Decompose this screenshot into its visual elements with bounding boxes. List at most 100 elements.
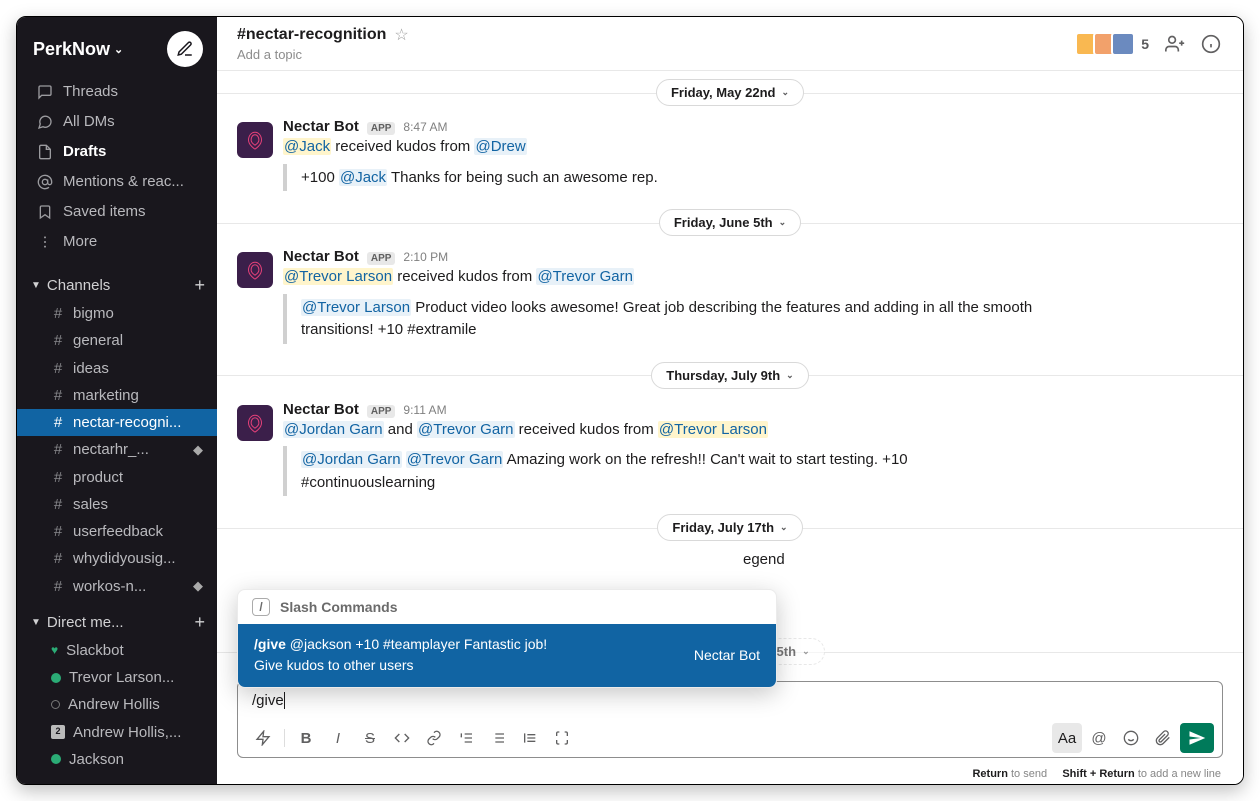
- mention[interactable]: @Drew: [474, 138, 526, 155]
- channel-whydidyousig[interactable]: #whydidyousig...: [17, 545, 217, 572]
- dm-andrew-hollis[interactable]: Andrew Hollis: [17, 691, 217, 718]
- code-icon[interactable]: [387, 723, 417, 753]
- channel-general[interactable]: #general: [17, 327, 217, 354]
- nav-all-dms[interactable]: All DMs: [17, 107, 217, 137]
- bot-avatar: [237, 122, 273, 158]
- attach-icon[interactable]: [1148, 723, 1178, 753]
- chevron-down-icon: ⌄: [779, 217, 787, 228]
- mention[interactable]: @Trevor Garn: [536, 268, 634, 285]
- slash-command-source: Nectar Bot: [694, 647, 760, 663]
- compose-button[interactable]: [167, 31, 203, 67]
- nav-drafts[interactable]: Drafts: [17, 137, 217, 167]
- channel-product[interactable]: #product: [17, 464, 217, 491]
- format-toggle-icon[interactable]: Aa: [1052, 723, 1082, 753]
- hash-icon: #: [51, 329, 65, 352]
- channel-userfeedback[interactable]: #userfeedback: [17, 518, 217, 545]
- quote-block: +100 @Jack Thanks for being such an awes…: [283, 164, 1043, 192]
- member-avatars[interactable]: 5: [1075, 32, 1149, 56]
- date-pill[interactable]: Thursday, July 9th⌄: [651, 362, 808, 389]
- channels-heading[interactable]: ▼Channels +: [17, 271, 217, 300]
- channel-marketing[interactable]: #marketing: [17, 382, 217, 409]
- message-text: @Trevor Larson received kudos from @Trev…: [283, 266, 1223, 289]
- sidebar: PerkNow ⌄ Threads All DMs Drafts Mention…: [17, 17, 217, 784]
- hash-icon: #: [51, 357, 65, 380]
- quote-icon[interactable]: [515, 723, 545, 753]
- channel-bigmo[interactable]: #bigmo: [17, 300, 217, 327]
- mention[interactable]: @Jack: [339, 169, 387, 186]
- add-channel-button[interactable]: +: [194, 275, 205, 296]
- dm-list: ♥Slackbot Trevor Larson... Andrew Hollis…: [17, 637, 217, 773]
- main: #nectar-recognition ☆ Add a topic 5 Frid…: [217, 17, 1243, 784]
- date-divider: Thursday, July 9th⌄: [217, 362, 1243, 389]
- workspace-switcher[interactable]: PerkNow ⌄: [33, 39, 123, 60]
- mention[interactable]: @Trevor Garn: [417, 421, 515, 438]
- nav-threads[interactable]: Threads: [17, 77, 217, 107]
- chevron-down-icon: ⌄: [786, 370, 794, 381]
- date-pill[interactable]: Friday, July 17th⌄: [657, 514, 802, 541]
- composer-toolbar: B I S Aa @: [238, 719, 1222, 757]
- italic-icon[interactable]: I: [323, 723, 353, 753]
- nav-mentions[interactable]: Mentions & reac...: [17, 167, 217, 197]
- date-divider: Friday, May 22nd⌄: [217, 79, 1243, 106]
- drafts-icon: [37, 144, 53, 160]
- composer: /give B I S: [237, 681, 1223, 758]
- emoji-icon[interactable]: [1116, 723, 1146, 753]
- hash-icon: #: [51, 520, 65, 543]
- ordered-list-icon[interactable]: [451, 723, 481, 753]
- dm-heading[interactable]: ▼Direct me... +: [17, 608, 217, 637]
- channel-workos[interactable]: #workos-n...◆: [17, 573, 217, 600]
- bullet-list-icon[interactable]: [483, 723, 513, 753]
- shortcuts-icon[interactable]: [248, 723, 278, 753]
- nav-saved[interactable]: Saved items: [17, 197, 217, 227]
- nav-more[interactable]: More: [17, 227, 217, 257]
- info-icon[interactable]: [1201, 34, 1221, 54]
- channel-topic[interactable]: Add a topic: [237, 47, 409, 62]
- dm-jackson[interactable]: Jackson: [17, 746, 217, 773]
- dm-andrew-hollis-group[interactable]: 2Andrew Hollis,...: [17, 719, 217, 746]
- code-block-icon[interactable]: [547, 723, 577, 753]
- workspace-header: PerkNow ⌄: [17, 17, 217, 77]
- add-people-icon[interactable]: [1165, 34, 1185, 54]
- chevron-down-icon: ⌄: [780, 522, 788, 533]
- star-icon[interactable]: ☆: [394, 25, 408, 45]
- message-author[interactable]: Nectar Bot: [283, 118, 359, 135]
- mentions-icon: [37, 174, 53, 190]
- dm-trevor-larson[interactable]: Trevor Larson...: [17, 664, 217, 691]
- mention-icon[interactable]: @: [1084, 723, 1114, 753]
- mention[interactable]: @Jordan Garn: [301, 451, 402, 468]
- channel-nectarhr[interactable]: #nectarhr_...◆: [17, 436, 217, 463]
- message-author[interactable]: Nectar Bot: [283, 401, 359, 418]
- date-pill[interactable]: Friday, May 22nd⌄: [656, 79, 804, 106]
- mention[interactable]: @Trevor Larson: [283, 268, 393, 285]
- slash-command-item[interactable]: /give @jackson +10 #teamplayer Fantastic…: [238, 624, 776, 687]
- message-text: @Jack received kudos from @Drew: [283, 136, 1223, 159]
- channel-name-button[interactable]: #nectar-recognition ☆: [237, 25, 409, 45]
- message-time: 2:10 PM: [403, 250, 448, 264]
- app-badge: APP: [367, 252, 396, 265]
- link-icon[interactable]: [419, 723, 449, 753]
- quote-block: @Trevor Larson Product video looks aweso…: [283, 294, 1043, 344]
- mention[interactable]: @Trevor Larson: [301, 299, 411, 316]
- send-button[interactable]: [1180, 723, 1214, 753]
- strike-icon[interactable]: S: [355, 723, 385, 753]
- mention[interactable]: @Jack: [283, 138, 331, 155]
- hash-icon: #: [51, 493, 65, 516]
- slash-icon: /: [252, 598, 270, 616]
- message-author[interactable]: Nectar Bot: [283, 248, 359, 265]
- channel-list: #bigmo #general #ideas #marketing #necta…: [17, 300, 217, 600]
- mention[interactable]: @Jordan Garn: [283, 421, 384, 438]
- message-time: 9:11 AM: [403, 403, 446, 417]
- chevron-down-icon: ⌄: [114, 43, 123, 56]
- channel-nectar-recognition[interactable]: #nectar-recogni...: [17, 409, 217, 436]
- mention[interactable]: @Trevor Larson: [658, 421, 768, 438]
- date-pill[interactable]: Friday, June 5th⌄: [659, 209, 801, 236]
- channel-sales[interactable]: #sales: [17, 491, 217, 518]
- add-dm-button[interactable]: +: [194, 612, 205, 633]
- dm-slackbot[interactable]: ♥Slackbot: [17, 637, 217, 664]
- app-badge: APP: [367, 405, 396, 418]
- mention[interactable]: @Trevor Garn: [406, 451, 504, 468]
- channel-ideas[interactable]: #ideas: [17, 355, 217, 382]
- hash-icon: #: [51, 466, 65, 489]
- bold-icon[interactable]: B: [291, 723, 321, 753]
- app-frame: PerkNow ⌄ Threads All DMs Drafts Mention…: [16, 16, 1244, 785]
